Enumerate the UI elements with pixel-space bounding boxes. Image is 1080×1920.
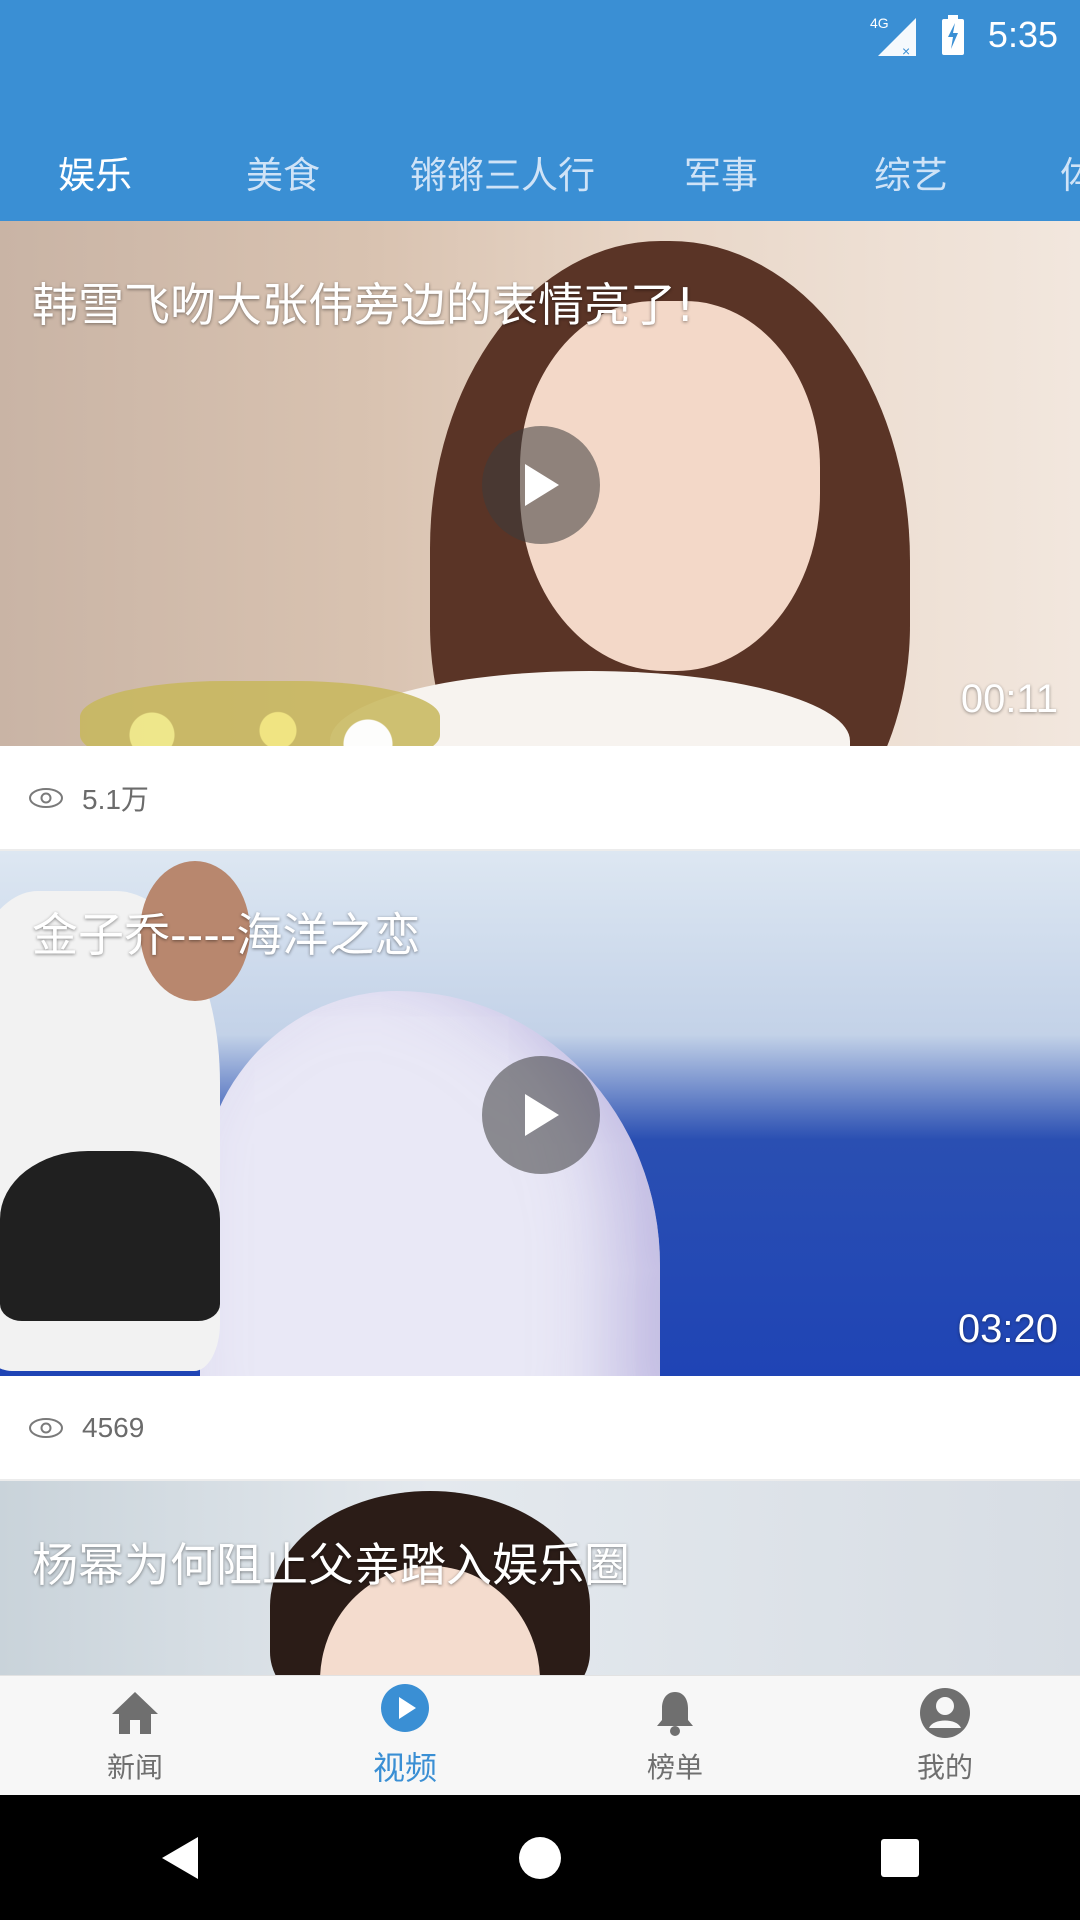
play-circle-icon [381, 1684, 429, 1732]
svg-text:4G: 4G [870, 15, 889, 31]
play-icon [525, 464, 559, 506]
video-meta: 5.1万 [0, 746, 1080, 851]
video-card[interactable]: 韩雪飞吻大张伟旁边的表情亮了! 00:11 5.1万 [0, 221, 1080, 851]
home-icon [112, 1692, 158, 1734]
status-time: 5:35 [987, 14, 1058, 55]
eye-icon [29, 1417, 63, 1438]
nav-item-video[interactable]: 视频 [270, 1676, 540, 1796]
status-bar: 4G × 5:35 [0, 0, 1080, 70]
tab-entertainment[interactable]: 娱乐 [58, 145, 132, 199]
home-circle-icon [519, 1836, 561, 1879]
video-meta: 4569 [0, 1376, 1080, 1481]
nav-label: 新闻 [106, 1751, 163, 1784]
svg-text:×: × [902, 43, 910, 58]
tab-variety[interactable]: 综艺 [874, 145, 948, 199]
nav-item-ranking[interactable]: 榜单 [540, 1676, 810, 1796]
view-count: 4569 [82, 1411, 145, 1443]
nav-item-news[interactable]: 新闻 [0, 1676, 270, 1796]
video-title: 金子乔----海洋之恋 [32, 908, 421, 962]
play-button[interactable] [482, 1056, 600, 1174]
battery-icon [940, 15, 966, 55]
video-title: 杨幂为何阻止父亲踏入娱乐圈 [32, 1538, 630, 1592]
recents-icon [881, 1838, 919, 1877]
nav-label: 榜单 [646, 1751, 703, 1784]
video-card[interactable]: 杨幂为何阻止父亲踏入娱乐圈 [0, 1481, 1080, 1675]
tab-talk-show[interactable]: 锵锵三人行 [410, 145, 595, 199]
tab-sports[interactable]: 体 [1060, 145, 1080, 199]
recents-button[interactable] [870, 1828, 930, 1888]
home-button[interactable] [510, 1828, 570, 1888]
nav-item-me[interactable]: 我的 [810, 1676, 1080, 1796]
video-title: 韩雪飞吻大张伟旁边的表情亮了! [32, 278, 695, 332]
video-duration: 03:20 [957, 1307, 1058, 1351]
video-feed[interactable]: 韩雪飞吻大张伟旁边的表情亮了! 00:11 5.1万 金子乔----海洋之恋 0… [0, 221, 1080, 1675]
top-header: 4G × 5:35 娱乐 美食 锵锵三人行 军事 综艺 体 [0, 0, 1080, 221]
video-thumbnail[interactable]: 杨幂为何阻止父亲踏入娱乐圈 [0, 1481, 1080, 1675]
video-thumbnail[interactable]: 韩雪飞吻大张伟旁边的表情亮了! 00:11 [0, 221, 1080, 746]
nav-label: 我的 [916, 1751, 973, 1784]
video-card[interactable]: 金子乔----海洋之恋 03:20 4569 [0, 851, 1080, 1481]
tab-food[interactable]: 美食 [246, 145, 320, 199]
system-navigation-bar [0, 1795, 1080, 1920]
view-count: 5.1万 [82, 783, 149, 815]
signal-icon: 4G × [868, 12, 918, 59]
category-tabs: 娱乐 美食 锵锵三人行 军事 综艺 体 [0, 115, 1080, 221]
account-icon [920, 1688, 970, 1738]
video-thumbnail[interactable]: 金子乔----海洋之恋 03:20 [0, 851, 1080, 1376]
bottom-navigation: 新闻 视频 榜单 我的 [0, 1675, 1080, 1795]
play-button[interactable] [482, 426, 600, 544]
video-duration: 00:11 [960, 677, 1058, 721]
eye-icon [29, 787, 63, 808]
back-icon [162, 1836, 198, 1879]
tab-military[interactable]: 军事 [684, 145, 758, 199]
play-icon [525, 1094, 559, 1136]
nav-label: 视频 [372, 1749, 437, 1787]
bell-icon [657, 1692, 693, 1736]
app-root: 4G × 5:35 娱乐 美食 锵锵三人行 军事 综艺 体 韩雪飞吻大张伟旁边的… [0, 0, 1080, 1920]
back-button[interactable] [150, 1828, 210, 1888]
